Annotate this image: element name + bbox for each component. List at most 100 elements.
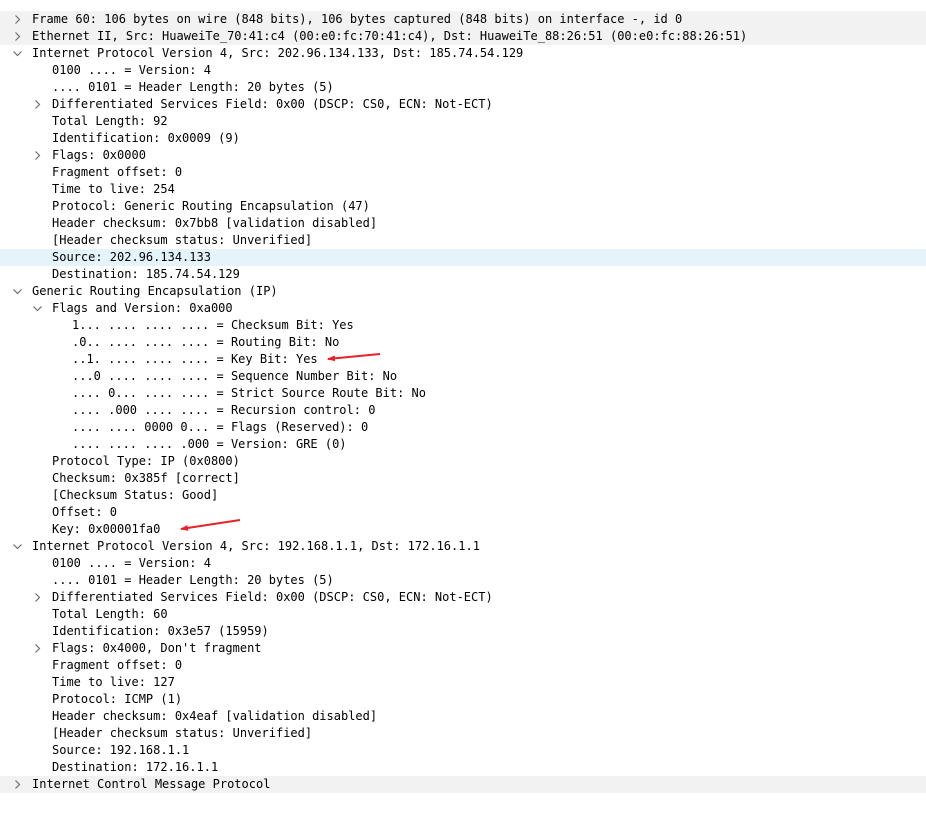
- tree-row-label: Key: 0x00001fa0: [52, 522, 161, 536]
- tree-row-label: .... .... .... .000 = Version: GRE (0): [72, 437, 347, 451]
- tree-row-label: Time to live: 254: [52, 182, 175, 196]
- tree-row-label: .... 0101 = Header Length: 20 bytes (5): [52, 573, 334, 587]
- tree-row[interactable]: Identification: 0x3e57 (15959): [0, 623, 926, 640]
- tree-row[interactable]: ...0 .... .... .... = Sequence Number Bi…: [0, 368, 926, 385]
- tree-row-label: Differentiated Services Field: 0x00 (DSC…: [52, 97, 493, 111]
- tree-row-label: 0100 .... = Version: 4: [52, 63, 211, 77]
- tree-row[interactable]: [Header checksum status: Unverified]: [0, 725, 926, 742]
- tree-row-label: Header checksum: 0x4eaf [validation disa…: [52, 709, 378, 723]
- chevron-down-icon[interactable]: [11, 283, 23, 300]
- tree-row[interactable]: Internet Protocol Version 4, Src: 192.16…: [0, 538, 926, 555]
- chevron-right-icon[interactable]: [31, 589, 43, 606]
- tree-row[interactable]: Protocol: ICMP (1): [0, 691, 926, 708]
- tree-row-label: Flags: 0x0000: [52, 148, 146, 162]
- tree-row-label: Protocol: ICMP (1): [52, 692, 183, 706]
- tree-row-label: Flags: 0x4000, Don't fragment: [52, 641, 262, 655]
- tree-row[interactable]: Key: 0x00001fa0: [0, 521, 926, 538]
- tree-row[interactable]: Protocol: Generic Routing Encapsulation …: [0, 198, 926, 215]
- tree-row[interactable]: .... .000 .... .... = Recursion control:…: [0, 402, 926, 419]
- tree-row-label: Total Length: 60: [52, 607, 168, 621]
- packet-details-tree: Frame 60: 106 bytes on wire (848 bits), …: [0, 11, 926, 793]
- tree-row-label: Identification: 0x3e57 (15959): [52, 624, 269, 638]
- tree-row[interactable]: Source: 192.168.1.1: [0, 742, 926, 759]
- tree-row[interactable]: Protocol Type: IP (0x0800): [0, 453, 926, 470]
- tree-row-label: Time to live: 127: [52, 675, 175, 689]
- tree-row-label: 1... .... .... .... = Checksum Bit: Yes: [72, 318, 354, 332]
- tree-row[interactable]: Fragment offset: 0: [0, 657, 926, 674]
- tree-row-label: [Header checksum status: Unverified]: [52, 726, 313, 740]
- chevron-right-icon[interactable]: [11, 776, 23, 793]
- tree-row-label: ...0 .... .... .... = Sequence Number Bi…: [72, 369, 398, 383]
- tree-row-label: .... .000 .... .... = Recursion control:…: [72, 403, 376, 417]
- tree-row[interactable]: Frame 60: 106 bytes on wire (848 bits), …: [0, 11, 926, 28]
- tree-row-label: .0.. .... .... .... = Routing Bit: No: [72, 335, 340, 349]
- tree-row[interactable]: Total Length: 60: [0, 606, 926, 623]
- tree-row[interactable]: Flags: 0x0000: [0, 147, 926, 164]
- tree-row[interactable]: Time to live: 254: [0, 181, 926, 198]
- tree-row-label: Total Length: 92: [52, 114, 168, 128]
- tree-row-label: .... 0101 = Header Length: 20 bytes (5): [52, 80, 334, 94]
- tree-row[interactable]: Checksum: 0x385f [correct]: [0, 470, 926, 487]
- tree-row-label: Generic Routing Encapsulation (IP): [32, 284, 278, 298]
- chevron-down-icon[interactable]: [31, 300, 43, 317]
- tree-row[interactable]: Internet Protocol Version 4, Src: 202.96…: [0, 45, 926, 62]
- tree-row[interactable]: Internet Control Message Protocol: [0, 776, 926, 793]
- tree-row-label: .... 0... .... .... = Strict Source Rout…: [72, 386, 427, 400]
- tree-row[interactable]: Flags and Version: 0xa000: [0, 300, 926, 317]
- tree-row[interactable]: Offset: 0: [0, 504, 926, 521]
- tree-row[interactable]: 0100 .... = Version: 4: [0, 62, 926, 79]
- tree-row[interactable]: ..1. .... .... .... = Key Bit: Yes: [0, 351, 926, 368]
- tree-row[interactable]: .... .... 0000 0... = Flags (Reserved): …: [0, 419, 926, 436]
- tree-row-label: Internet Protocol Version 4, Src: 202.96…: [32, 46, 524, 60]
- tree-row[interactable]: .... 0... .... .... = Strict Source Rout…: [0, 385, 926, 402]
- tree-row-label: Internet Protocol Version 4, Src: 192.16…: [32, 539, 480, 553]
- tree-row[interactable]: Differentiated Services Field: 0x00 (DSC…: [0, 96, 926, 113]
- chevron-right-icon[interactable]: [11, 28, 23, 45]
- tree-row[interactable]: .... 0101 = Header Length: 20 bytes (5): [0, 572, 926, 589]
- tree-row[interactable]: [Header checksum status: Unverified]: [0, 232, 926, 249]
- tree-row[interactable]: Fragment offset: 0: [0, 164, 926, 181]
- tree-row-label: Header checksum: 0x7bb8 [validation disa…: [52, 216, 378, 230]
- tree-row-label: Internet Control Message Protocol: [32, 777, 271, 791]
- tree-row-label: [Checksum Status: Good]: [52, 488, 219, 502]
- tree-row-label: Frame 60: 106 bytes on wire (848 bits), …: [32, 12, 683, 26]
- tree-row-label: Protocol: Generic Routing Encapsulation …: [52, 199, 370, 213]
- tree-row-label: Source: 202.96.134.133: [52, 250, 211, 264]
- tree-row[interactable]: Source: 202.96.134.133: [0, 249, 926, 266]
- chevron-down-icon[interactable]: [11, 538, 23, 555]
- tree-row[interactable]: Header checksum: 0x7bb8 [validation disa…: [0, 215, 926, 232]
- tree-row[interactable]: .0.. .... .... .... = Routing Bit: No: [0, 334, 926, 351]
- tree-row[interactable]: Destination: 172.16.1.1: [0, 759, 926, 776]
- tree-row-label: Fragment offset: 0: [52, 658, 183, 672]
- tree-row[interactable]: 1... .... .... .... = Checksum Bit: Yes: [0, 317, 926, 334]
- tree-row-label: Checksum: 0x385f [correct]: [52, 471, 240, 485]
- tree-row-label: Identification: 0x0009 (9): [52, 131, 240, 145]
- tree-row-label: Offset: 0: [52, 505, 118, 519]
- tree-row[interactable]: Time to live: 127: [0, 674, 926, 691]
- tree-row-label: Protocol Type: IP (0x0800): [52, 454, 240, 468]
- tree-row[interactable]: Differentiated Services Field: 0x00 (DSC…: [0, 589, 926, 606]
- chevron-right-icon[interactable]: [11, 11, 23, 28]
- tree-row[interactable]: Ethernet II, Src: HuaweiTe_70:41:c4 (00:…: [0, 28, 926, 45]
- tree-row[interactable]: Destination: 185.74.54.129: [0, 266, 926, 283]
- tree-row[interactable]: [Checksum Status: Good]: [0, 487, 926, 504]
- tree-row-label: Flags and Version: 0xa000: [52, 301, 233, 315]
- tree-row[interactable]: Generic Routing Encapsulation (IP): [0, 283, 926, 300]
- tree-row[interactable]: Total Length: 92: [0, 113, 926, 130]
- chevron-right-icon[interactable]: [31, 96, 43, 113]
- tree-row[interactable]: Header checksum: 0x4eaf [validation disa…: [0, 708, 926, 725]
- tree-row-label: Destination: 172.16.1.1: [52, 760, 219, 774]
- tree-row-label: [Header checksum status: Unverified]: [52, 233, 313, 247]
- tree-row[interactable]: Flags: 0x4000, Don't fragment: [0, 640, 926, 657]
- tree-row-label: Ethernet II, Src: HuaweiTe_70:41:c4 (00:…: [32, 29, 748, 43]
- tree-row-label: .... .... 0000 0... = Flags (Reserved): …: [72, 420, 369, 434]
- tree-row[interactable]: .... 0101 = Header Length: 20 bytes (5): [0, 79, 926, 96]
- tree-row[interactable]: .... .... .... .000 = Version: GRE (0): [0, 436, 926, 453]
- tree-row[interactable]: 0100 .... = Version: 4: [0, 555, 926, 572]
- chevron-right-icon[interactable]: [31, 640, 43, 657]
- tree-row-label: Destination: 185.74.54.129: [52, 267, 240, 281]
- tree-row[interactable]: Identification: 0x0009 (9): [0, 130, 926, 147]
- tree-row-label: ..1. .... .... .... = Key Bit: Yes: [72, 352, 318, 366]
- chevron-right-icon[interactable]: [31, 147, 43, 164]
- chevron-down-icon[interactable]: [11, 45, 23, 62]
